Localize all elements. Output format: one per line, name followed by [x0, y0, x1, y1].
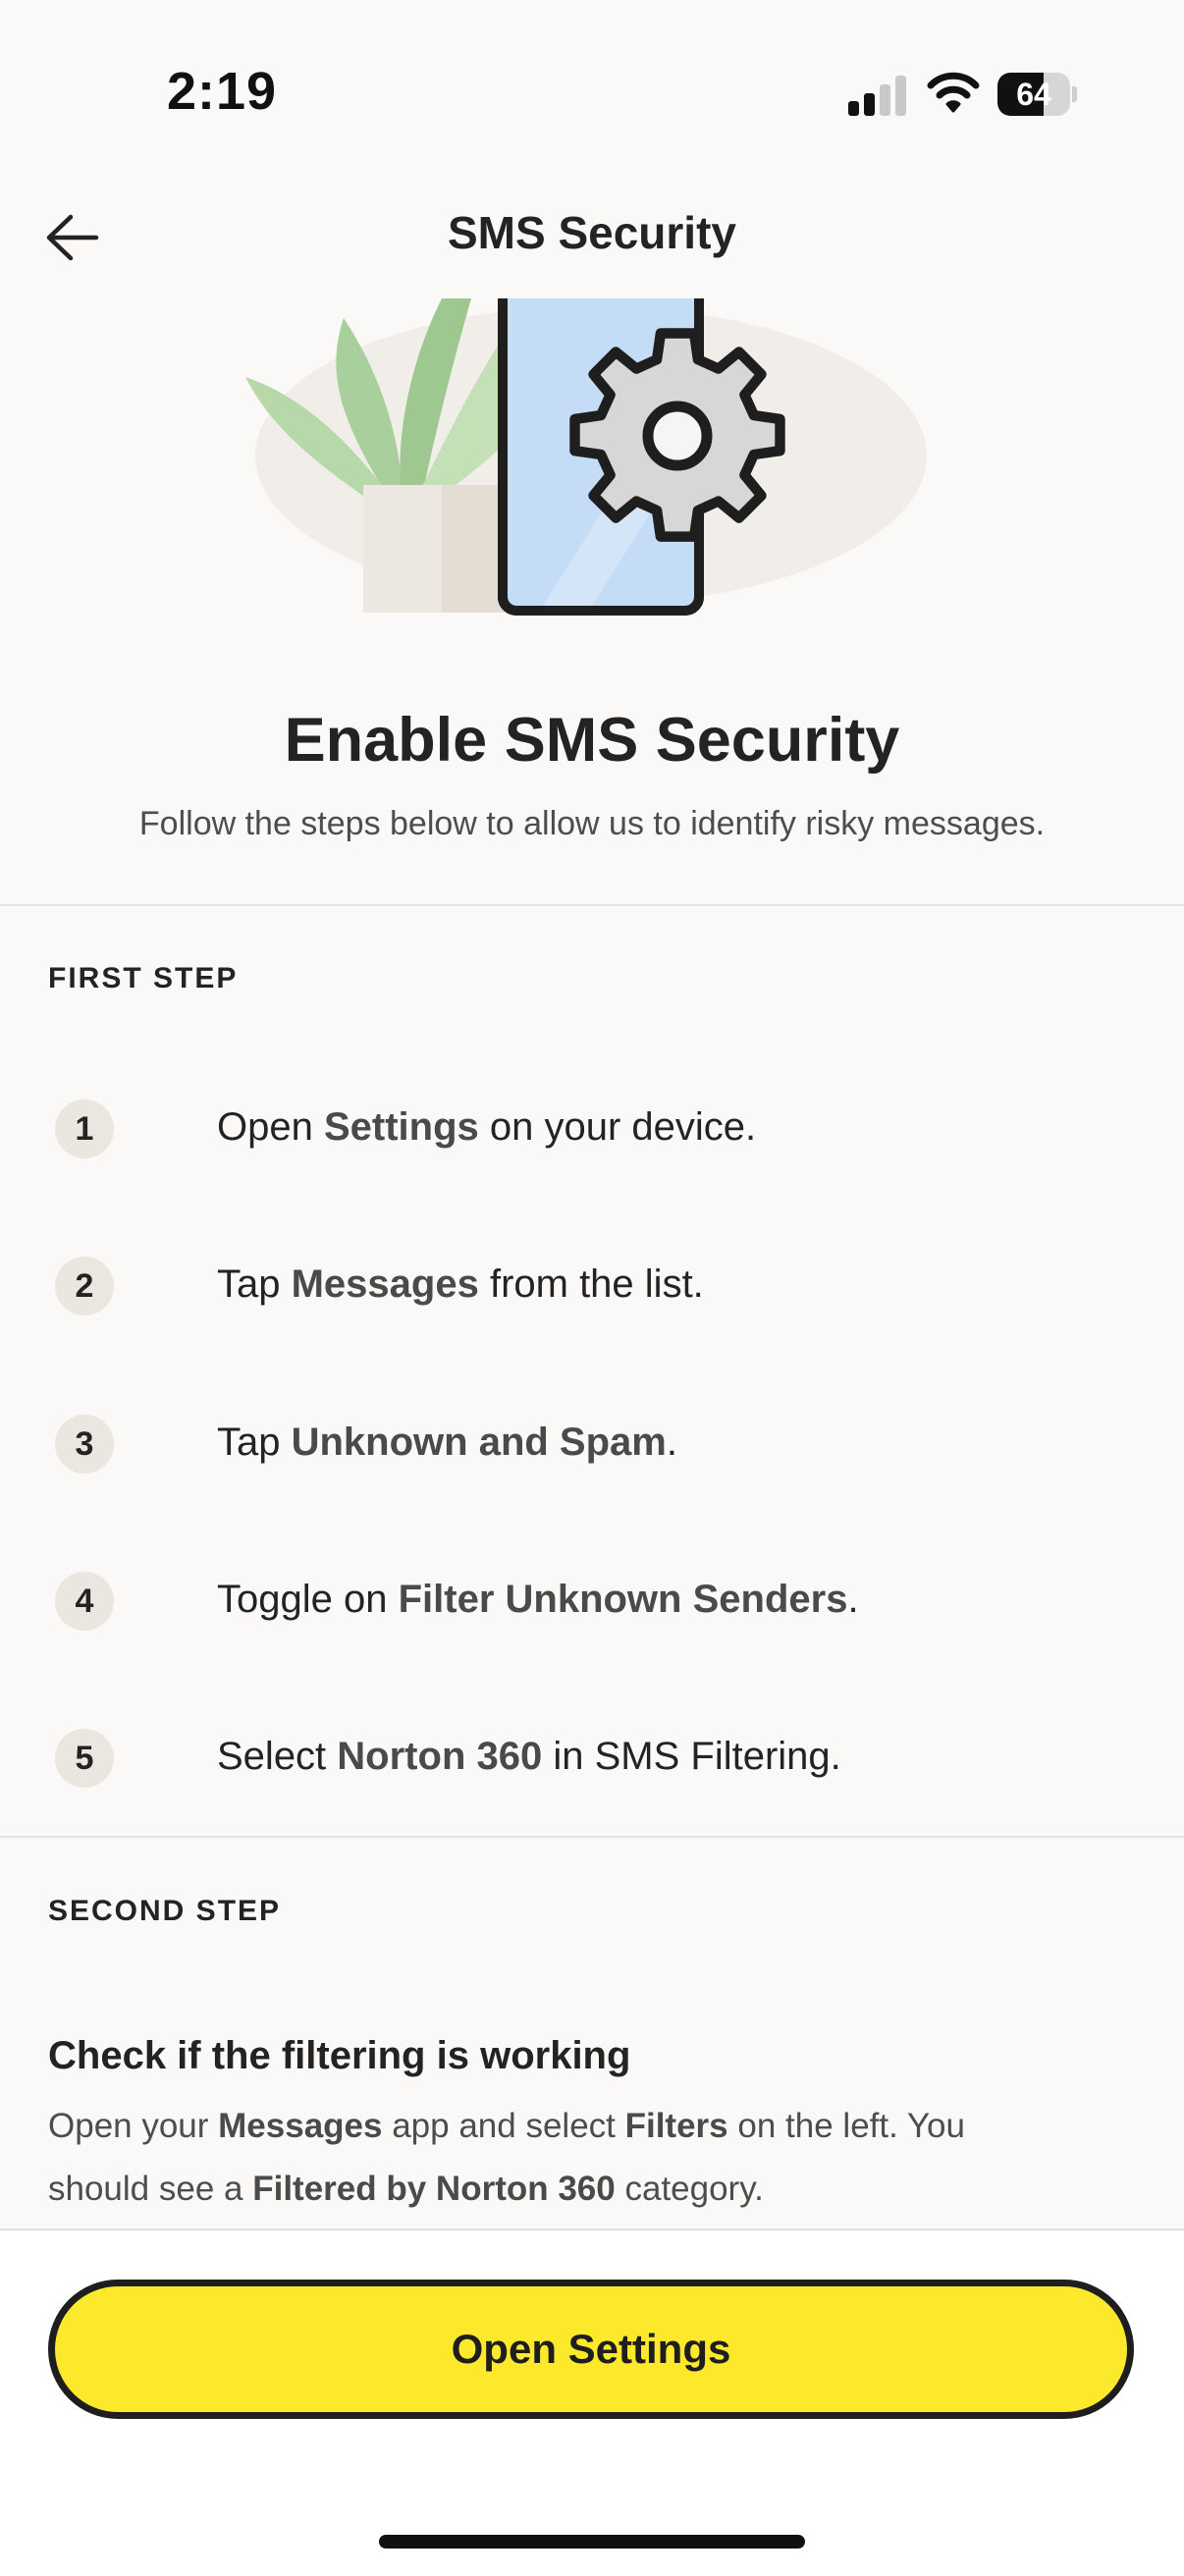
check-filtering-title: Check if the filtering is working [48, 2034, 631, 2077]
first-step-label: FIRST STEP [48, 962, 239, 994]
step-item: 2 Tap Messages from the list. [0, 1247, 1184, 1325]
status-time: 2:19 [167, 62, 278, 121]
footer: Open Settings [0, 2228, 1184, 2576]
step-text: Toggle on Filter Unknown Senders. [217, 1578, 859, 1621]
navigation-bar: SMS Security [0, 187, 1184, 298]
wifi-icon [927, 72, 980, 113]
step-number-badge: 1 [55, 1100, 114, 1158]
step-text: Select Norton 360 in SMS Filtering. [217, 1735, 841, 1778]
battery-cap [1072, 86, 1077, 102]
step-text: Tap Unknown and Spam. [217, 1421, 677, 1464]
battery-level-text: 64 [1016, 77, 1051, 112]
divider [0, 1836, 1184, 1838]
step-item: 3 Tap Unknown and Spam. [0, 1405, 1184, 1483]
battery-indicator: 64 [997, 73, 1077, 116]
status-bar: 2:19 64 [0, 0, 1184, 187]
section-heading: Enable SMS Security [284, 706, 900, 775]
step-number-badge: 4 [55, 1572, 114, 1631]
home-indicator[interactable] [379, 2535, 805, 2549]
cellular-signal-icon [848, 75, 907, 116]
check-filtering-description-line: should see a Filtered by Norton 360 cate… [48, 2170, 764, 2208]
step-item: 5 Select Norton 360 in SMS Filtering. [0, 1719, 1184, 1798]
step-item: 1 Open Settings on your device. [0, 1090, 1184, 1168]
second-step-label: SECOND STEP [48, 1895, 282, 1927]
step-number-badge: 3 [55, 1415, 114, 1474]
page-title: SMS Security [448, 207, 736, 258]
step-number-badge: 2 [55, 1257, 114, 1315]
step-text: Open Settings on your device. [217, 1105, 757, 1149]
step-number-badge: 5 [55, 1729, 114, 1788]
step-text: Tap Messages from the list. [217, 1262, 704, 1306]
sms-security-illustration [245, 298, 927, 616]
check-filtering-description-line: Open your Messages app and select Filter… [48, 2107, 965, 2145]
step-item: 4 Toggle on Filter Unknown Senders. [0, 1562, 1184, 1640]
open-settings-button[interactable]: Open Settings [48, 2280, 1134, 2419]
divider [0, 904, 1184, 906]
section-subheading: Follow the steps below to allow us to id… [138, 805, 1046, 842]
